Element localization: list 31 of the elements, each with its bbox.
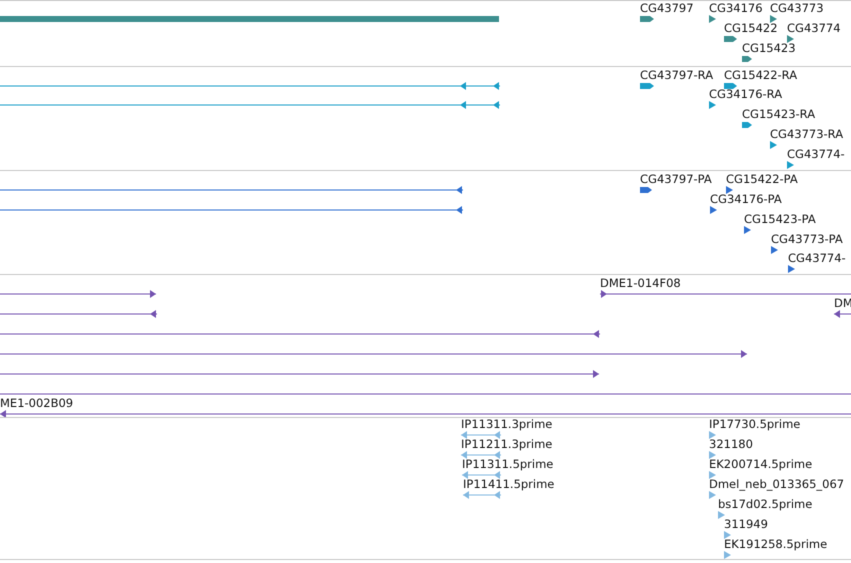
feature-label: 311949 (724, 518, 768, 531)
feature-label: bs17d02.5prime (718, 498, 812, 511)
feature-label: CG15423-PA (744, 213, 816, 226)
feature-label: CG34176-PA (710, 193, 782, 206)
feature-label: IP11211.3prime (461, 438, 552, 451)
feature-label: CG15422 (724, 22, 778, 35)
feature-label: CG43774 (787, 22, 841, 35)
feature-label: EK191258.5prime (724, 538, 828, 551)
feature-label: CG15422-PA (726, 173, 798, 186)
feature-label: IP11411.5prime (463, 478, 554, 491)
feature-label: ME1-002B09 (0, 397, 74, 410)
feature-label: CG43773-RA (770, 128, 844, 141)
feature-label: CG34176 (709, 2, 763, 15)
feature-label: IP11311.5prime (462, 458, 554, 471)
feature-label: IP17730.5prime (709, 418, 800, 431)
feature-label: CG43797 (640, 2, 694, 15)
feature-label: CG34176-RA (709, 88, 782, 101)
feature-label: EK200714.5prime (709, 458, 812, 471)
feature-label: IP11311.3prime (461, 418, 552, 431)
feature-label: CG43797-RA (640, 69, 714, 82)
feature-label: DME1-014F08 (600, 277, 681, 290)
feature-label: CG43773 (770, 2, 824, 15)
feature-label: 321180 (709, 438, 753, 451)
feature-label: CG43773-PA (771, 233, 843, 246)
feature-label: CG15422-RA (724, 69, 798, 82)
feature-label: Dmel_neb_013365_067 (709, 478, 844, 491)
feature-label: CG15423-RA (742, 108, 816, 121)
feature-label: CG43774- (787, 148, 845, 161)
feature-label: CG43797-PA (640, 173, 712, 186)
feature-label: CG15423 (742, 42, 796, 55)
feature-label: CG43774- (788, 252, 846, 265)
